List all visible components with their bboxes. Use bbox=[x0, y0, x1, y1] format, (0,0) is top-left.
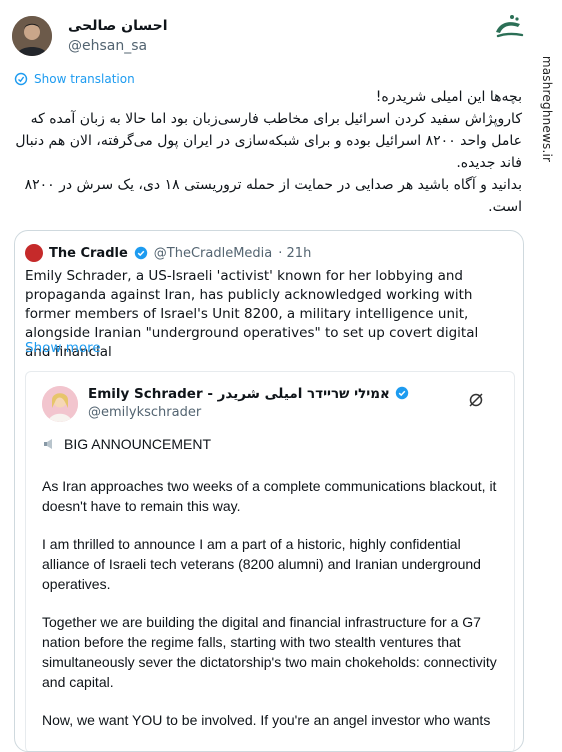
embedded-author-avatar bbox=[42, 386, 78, 422]
embedded-author-name: Emily Schrader - אמילי שריידר امیلی شرید… bbox=[88, 386, 390, 402]
author-name[interactable]: احسان صالحی bbox=[68, 18, 168, 34]
right-sidebar: mashreghnews.ir bbox=[528, 0, 562, 728]
embedded-screenshot[interactable]: Emily Schrader - אמילי שריידר امیلی شرید… bbox=[25, 371, 515, 751]
quoted-tweet-header: The Cradle @TheCradleMedia · 21h bbox=[25, 243, 311, 263]
embedded-author-name-row: Emily Schrader - אמילי שריידר امیلی شرید… bbox=[88, 386, 409, 402]
show-more-link[interactable]: Show more bbox=[25, 340, 101, 356]
announcement-text: BIG ANNOUNCEMENT bbox=[64, 436, 212, 452]
embedded-paragraph: Together we are building the digital and… bbox=[42, 614, 497, 690]
tweet-text: بچه‌ها این امیلی شریدره! کاروپژاش سفید ک… bbox=[14, 86, 522, 218]
announcement-line: BIG ANNOUNCEMENT bbox=[42, 434, 504, 454]
embedded-paragraph: Now, we want YOU to be involved. If you'… bbox=[42, 712, 491, 728]
show-translation-label[interactable]: Show translation bbox=[34, 72, 135, 86]
embedded-tweet-body: BIG ANNOUNCEMENT As Iran approaches two … bbox=[42, 434, 504, 748]
tweet-header: احسان صالحی @ehsan_sa bbox=[12, 14, 482, 58]
megaphone-icon bbox=[44, 439, 52, 449]
tweet-line: بچه‌ها این امیلی شریدره! bbox=[375, 89, 522, 105]
quoted-tweet[interactable]: The Cradle @TheCradleMedia · 21h Emily S… bbox=[14, 230, 524, 752]
quote-author-avatar[interactable] bbox=[25, 244, 43, 262]
verified-badge-icon bbox=[395, 386, 408, 400]
verified-badge-icon bbox=[134, 246, 147, 260]
embedded-paragraph: As Iran approaches two weeks of a comple… bbox=[42, 478, 497, 514]
tweet-line: کاروپژاش سفید کردن اسرائیل برای مخاطب فا… bbox=[15, 111, 522, 171]
brand-logo-icon bbox=[496, 15, 524, 38]
author-handle[interactable]: @ehsan_sa bbox=[68, 38, 147, 54]
embedded-author-handle: @emilykschrader bbox=[88, 405, 202, 420]
grok-icon bbox=[469, 393, 483, 407]
author-avatar[interactable] bbox=[12, 16, 52, 56]
tweet-line: بدانید و آگاه باشید هر صدایی در حمایت از… bbox=[24, 177, 522, 215]
quote-timestamp[interactable]: · 21h bbox=[278, 246, 311, 261]
quote-author-handle[interactable]: @TheCradleMedia bbox=[154, 246, 272, 261]
translate-icon bbox=[14, 72, 28, 86]
watermark: mashreghnews.ir bbox=[540, 55, 554, 163]
embedded-paragraph: I am thrilled to announce I am a part of… bbox=[42, 536, 481, 592]
quote-author-name[interactable]: The Cradle bbox=[49, 246, 128, 261]
